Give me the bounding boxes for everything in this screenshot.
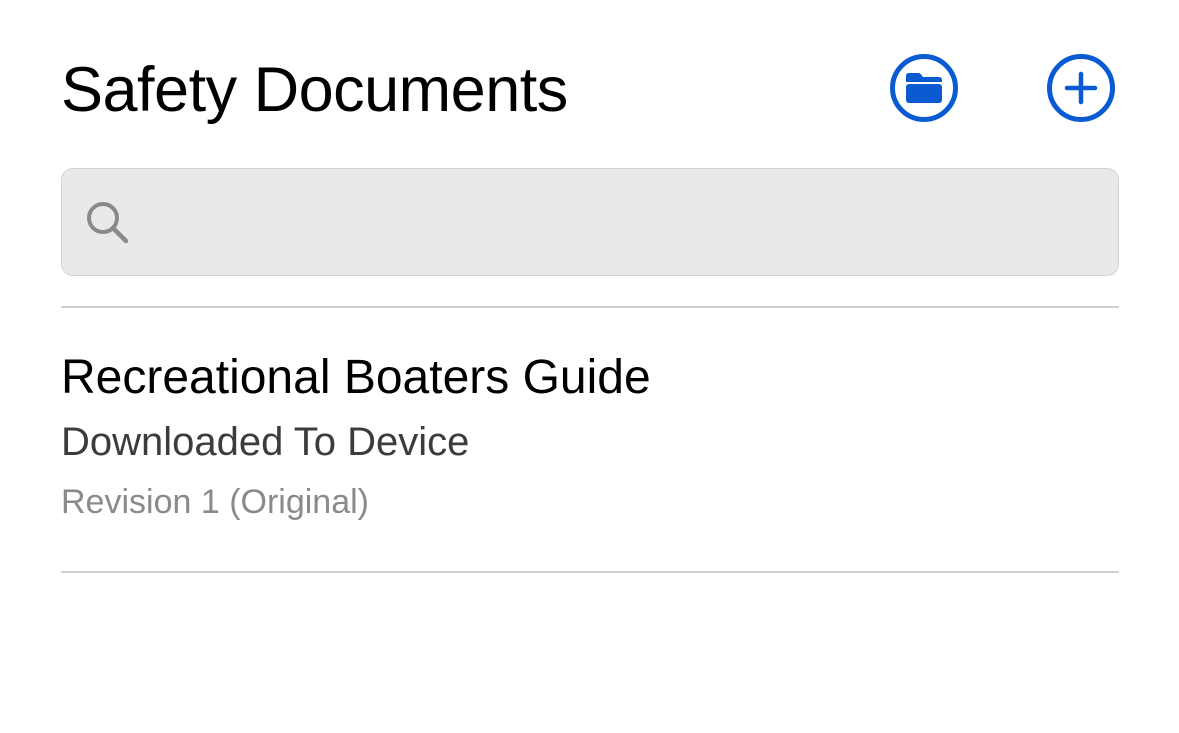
folder-button[interactable] bbox=[890, 54, 958, 122]
document-list-item[interactable]: Recreational Boaters Guide Downloaded To… bbox=[61, 308, 1119, 571]
document-revision: Revision 1 (Original) bbox=[61, 483, 369, 521]
search-icon bbox=[87, 202, 129, 244]
safety-documents-screen: Safety Documents Recreational Boaters Gu… bbox=[0, 0, 1179, 733]
page-title: Safety Documents bbox=[61, 55, 568, 125]
folder-icon bbox=[906, 73, 942, 103]
header: Safety Documents bbox=[61, 48, 1119, 128]
search-bar[interactable] bbox=[61, 168, 1119, 276]
search-input[interactable] bbox=[146, 191, 1100, 255]
list-divider-bottom bbox=[61, 571, 1119, 573]
add-document-button[interactable] bbox=[1047, 54, 1115, 122]
plus-icon bbox=[1064, 71, 1098, 105]
document-status: Downloaded To Device bbox=[61, 420, 470, 464]
document-title: Recreational Boaters Guide bbox=[61, 351, 651, 404]
